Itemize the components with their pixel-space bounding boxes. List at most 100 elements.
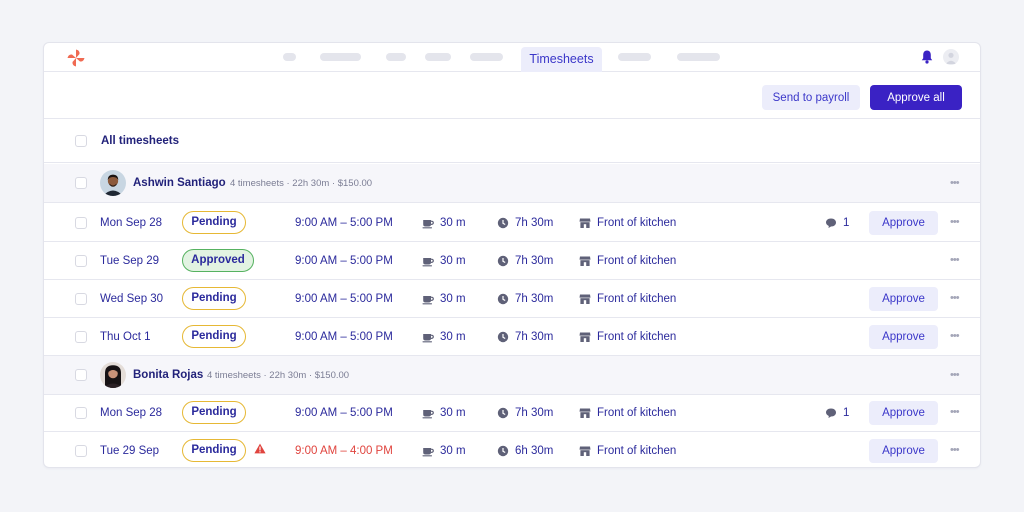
break-duration: 30 m	[440, 331, 466, 343]
coffee-cup-icon	[422, 334, 434, 343]
group-checkbox[interactable]	[75, 177, 87, 189]
timesheet-row[interactable]: Mon Sep 28 Pending 9:00 AM – 5:00 PM 30 …	[44, 204, 980, 242]
nav-item-placeholder[interactable]	[677, 53, 720, 61]
location: Front of kitchen	[597, 293, 677, 305]
timesheet-row[interactable]: Wed Sep 30 Pending 9:00 AM – 5:00 PM 30 …	[44, 280, 980, 318]
worked-duration: 7h 30m	[515, 293, 554, 305]
more-options-icon[interactable]: •••	[950, 292, 960, 304]
clock-icon	[497, 445, 509, 457]
approve-all-button[interactable]: Approve all	[870, 85, 962, 110]
store-icon	[579, 332, 591, 342]
row-date: Tue Sep 29	[100, 255, 160, 267]
tab-timesheets[interactable]: Timesheets	[521, 47, 602, 72]
row-checkbox[interactable]	[75, 331, 87, 343]
shift-time: 9:00 AM – 5:00 PM	[295, 331, 393, 343]
worked-duration: 7h 30m	[515, 331, 554, 343]
logo-icon[interactable]	[66, 48, 86, 68]
all-timesheets-row: All timesheets	[44, 120, 980, 163]
approve-button[interactable]: Approve	[869, 325, 938, 349]
person-photo-icon	[100, 170, 126, 196]
timesheet-row[interactable]: Thu Oct 1 Pending 9:00 AM – 5:00 PM 30 m…	[44, 318, 980, 356]
store-icon	[579, 256, 591, 266]
status-badge: Pending	[182, 325, 246, 348]
more-options-icon[interactable]: •••	[950, 444, 960, 456]
store-icon	[579, 446, 591, 456]
more-options-icon[interactable]: •••	[950, 177, 960, 189]
break-duration: 30 m	[440, 445, 466, 457]
worked-duration: 7h 30m	[515, 407, 554, 419]
bell-icon[interactable]	[920, 49, 934, 65]
shift-time: 9:00 AM – 4:00 PM	[295, 445, 393, 457]
row-checkbox[interactable]	[75, 217, 87, 229]
clock-icon	[497, 331, 509, 343]
row-checkbox[interactable]	[75, 293, 87, 305]
coffee-cup-icon	[422, 220, 434, 229]
send-to-payroll-button[interactable]: Send to payroll	[762, 85, 860, 110]
shift-time: 9:00 AM – 5:00 PM	[295, 255, 393, 267]
group-checkbox[interactable]	[75, 369, 87, 381]
comment-icon[interactable]	[825, 407, 837, 419]
row-date: Wed Sep 30	[100, 293, 164, 305]
more-options-icon[interactable]: •••	[950, 406, 960, 418]
coffee-cup-icon	[422, 410, 434, 419]
worked-duration: 6h 30m	[515, 445, 554, 457]
row-date: Mon Sep 28	[100, 217, 163, 229]
nav-item-placeholder[interactable]	[618, 53, 651, 61]
status-badge: Pending	[182, 439, 246, 462]
status-badge: Approved	[182, 249, 254, 272]
coffee-cup-icon	[422, 296, 434, 305]
break-duration: 30 m	[440, 217, 466, 229]
user-avatar[interactable]	[943, 49, 959, 65]
comment-icon[interactable]	[825, 217, 837, 229]
more-options-icon[interactable]: •••	[950, 369, 960, 381]
employee-name: Ashwin Santiago	[133, 177, 226, 189]
clock-icon	[497, 293, 509, 305]
timesheet-row[interactable]: Mon Sep 28 Pending 9:00 AM – 5:00 PM 30 …	[44, 394, 980, 432]
store-icon	[579, 408, 591, 418]
more-options-icon[interactable]: •••	[950, 216, 960, 228]
coffee-cup-icon	[422, 448, 434, 457]
employee-summary: 4 timesheets · 22h 30m · $150.00	[207, 370, 350, 381]
employee-group-header[interactable]: Bonita Rojas 4 timesheets · 22h 30m · $1…	[44, 356, 980, 395]
break-duration: 30 m	[440, 293, 466, 305]
timesheet-row[interactable]: Tue Sep 29 Approved 9:00 AM – 5:00 PM 30…	[44, 242, 980, 280]
employee-summary: 4 timesheets · 22h 30m · $150.00	[230, 178, 373, 189]
approve-button[interactable]: Approve	[869, 439, 938, 463]
break-duration: 30 m	[440, 407, 466, 419]
employee-name: Bonita Rojas	[133, 369, 204, 381]
row-date: Thu Oct 1	[100, 331, 151, 343]
top-navigation: Timesheets	[44, 43, 980, 72]
coffee-cup-icon	[422, 258, 434, 267]
nav-item-placeholder[interactable]	[320, 53, 361, 61]
row-checkbox[interactable]	[75, 445, 87, 457]
row-checkbox[interactable]	[75, 407, 87, 419]
store-icon	[579, 218, 591, 228]
shift-time: 9:00 AM – 5:00 PM	[295, 217, 393, 229]
timesheets-card: Timesheets Send to payroll Approve all A…	[43, 42, 981, 468]
more-options-icon[interactable]: •••	[950, 330, 960, 342]
location: Front of kitchen	[597, 331, 677, 343]
select-all-checkbox[interactable]	[75, 135, 87, 147]
all-timesheets-label: All timesheets	[101, 135, 179, 147]
status-badge: Pending	[182, 287, 246, 310]
person-photo-icon	[100, 362, 126, 388]
worked-duration: 7h 30m	[515, 217, 554, 229]
employee-group-header[interactable]: Ashwin Santiago 4 timesheets · 22h 30m ·…	[44, 164, 980, 203]
nav-item-placeholder[interactable]	[470, 53, 503, 61]
clock-icon	[497, 255, 509, 267]
timesheet-row[interactable]: Tue 29 Sep Pending 9:00 AM – 4:00 PM 30 …	[44, 432, 980, 467]
approve-button[interactable]: Approve	[869, 211, 938, 235]
row-checkbox[interactable]	[75, 255, 87, 267]
approve-button[interactable]: Approve	[869, 401, 938, 425]
nav-item-placeholder[interactable]	[425, 53, 451, 61]
nav-item-placeholder[interactable]	[283, 53, 296, 61]
more-options-icon[interactable]: •••	[950, 254, 960, 266]
comment-count: 1	[843, 217, 850, 229]
shift-time: 9:00 AM – 5:00 PM	[295, 293, 393, 305]
nav-item-placeholder[interactable]	[386, 53, 406, 61]
worked-duration: 7h 30m	[515, 255, 554, 267]
status-badge: Pending	[182, 211, 246, 234]
location: Front of kitchen	[597, 217, 677, 229]
approve-button[interactable]: Approve	[869, 287, 938, 311]
avatar	[100, 362, 126, 388]
